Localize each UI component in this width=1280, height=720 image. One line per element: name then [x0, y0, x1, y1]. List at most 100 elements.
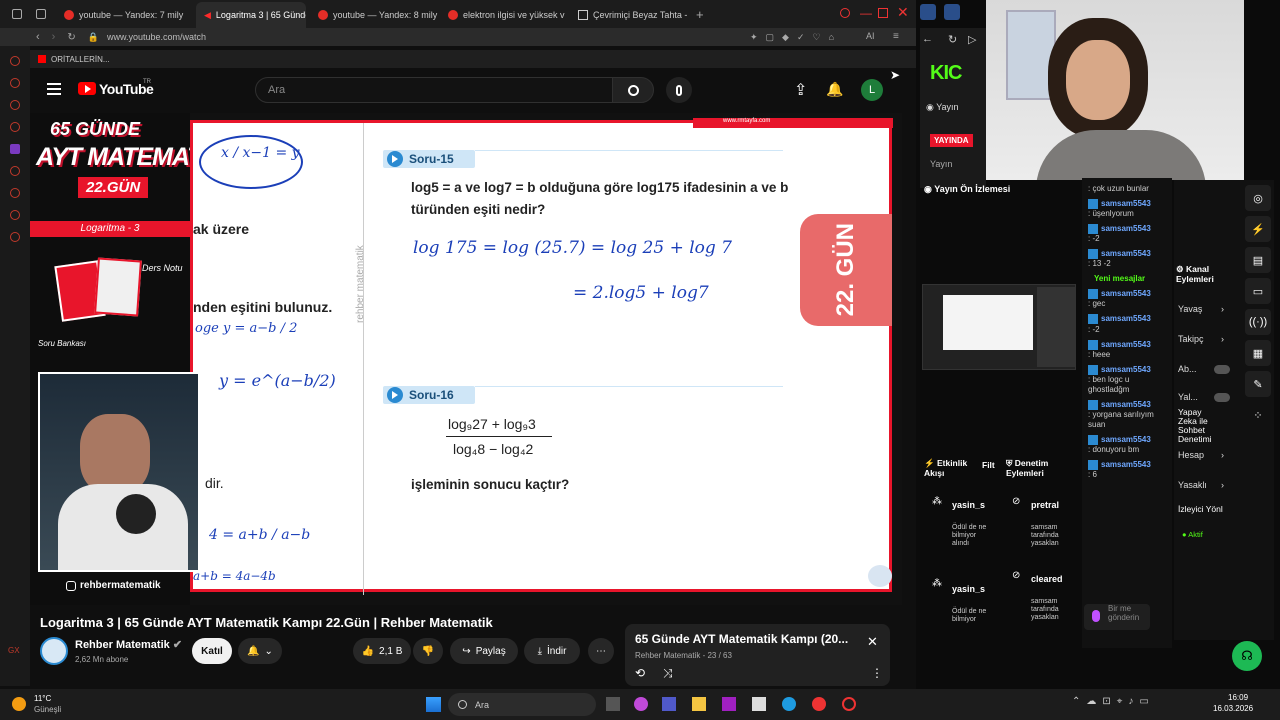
window-icon[interactable] [944, 4, 960, 20]
maximize-icon[interactable] [878, 8, 888, 18]
wrench-icon[interactable]: ✎ [1245, 371, 1271, 397]
action-account[interactable]: Hesap › [1178, 440, 1232, 470]
layout-icon[interactable]: ▦ [1245, 340, 1271, 366]
app-icon[interactable] [722, 697, 736, 711]
rail-icon[interactable] [10, 56, 20, 66]
close-icon[interactable]: ✕ [867, 634, 878, 650]
edge-icon[interactable] [782, 697, 796, 711]
search-button[interactable] [612, 77, 654, 103]
audit-action[interactable]: pretral [1031, 500, 1059, 510]
rail-icon[interactable] [10, 78, 20, 88]
reload-icon[interactable]: ↻ [948, 33, 957, 46]
more-vert-icon[interactable]: ⋮ [871, 666, 883, 680]
join-button[interactable]: Katıl [192, 638, 232, 664]
chat-username[interactable]: samsam5543 [1101, 340, 1151, 349]
avatar[interactable]: L [861, 79, 883, 101]
action-subscribers[interactable]: Ab... [1178, 354, 1238, 384]
opera-gx-icon[interactable] [842, 697, 856, 711]
url-field[interactable]: www.youtube.com/watch [107, 32, 206, 42]
recording-icon[interactable] [840, 8, 850, 18]
opera-icon[interactable] [812, 697, 826, 711]
forward-icon[interactable]: › [52, 31, 56, 43]
store-icon[interactable] [752, 697, 766, 711]
download-button[interactable]: ⤓ İndir [524, 638, 580, 664]
chat-username[interactable]: samsam5543 [1101, 400, 1151, 409]
stream-preview[interactable] [922, 284, 1076, 370]
clock-time[interactable]: 16:09 [1228, 693, 1248, 702]
action-viewer-mgmt[interactable]: İzleyici Yönl [1178, 504, 1223, 514]
tab-youtube-search-2[interactable]: youtube — Yandex: 8 mily [310, 2, 438, 28]
playlist-panel[interactable]: 65 Günde AYT Matematik Kampı (20... Rehb… [625, 624, 890, 686]
filter-button[interactable]: Filt [982, 460, 995, 470]
target-icon[interactable]: ◎ [1245, 185, 1271, 211]
grid-dots-icon[interactable]: ⁘ [1245, 402, 1271, 428]
rail-icon[interactable] [10, 122, 20, 132]
chat-username[interactable]: samsam5543 [1101, 199, 1151, 208]
like-button[interactable]: 👍 2,1 B [353, 638, 411, 664]
windows-start-icon[interactable] [426, 697, 441, 712]
chat-username[interactable]: samsam5543 [1101, 224, 1151, 233]
reload-icon[interactable]: ↻ [67, 32, 75, 43]
app-icon[interactable] [634, 697, 648, 711]
more-button[interactable]: ⋯ [588, 638, 614, 664]
extension-icons[interactable]: ✦▢◆✓♡⌂ [750, 32, 842, 43]
chat-username[interactable]: samsam5543 [1101, 435, 1151, 444]
action-followers[interactable]: Takipç › [1178, 324, 1232, 354]
weather-temp[interactable]: 11°C [34, 694, 51, 703]
play-icon[interactable]: ▷ [968, 33, 976, 46]
back-icon[interactable]: ‹ [36, 31, 40, 43]
window-menu-icon[interactable] [12, 9, 22, 19]
bell-icon[interactable]: 🔔 [826, 81, 843, 98]
playlist-title[interactable]: 65 Günde AYT Matematik Kampı (20... [635, 632, 848, 646]
voice-search-button[interactable] [666, 77, 692, 103]
teams-icon[interactable] [662, 697, 676, 711]
rail-icon[interactable] [10, 232, 20, 242]
folder-icon[interactable] [692, 697, 706, 711]
document-icon[interactable]: ▤ [1245, 247, 1271, 273]
browser-menu-icon[interactable]: ≡ [893, 31, 899, 42]
share-button[interactable]: ↪ Paylaş [450, 638, 518, 664]
tab-grid-icon[interactable] [36, 9, 46, 19]
kick-logo[interactable]: KIC [930, 62, 962, 85]
chat-username[interactable]: samsam5543 [1101, 289, 1151, 298]
tab-elektron[interactable]: elektron ilgisi ve yüksek v [440, 2, 568, 28]
tab-logaritma-video[interactable]: ◀ Logaritma 3 | 65 Günde [196, 2, 306, 28]
action-banned[interactable]: Yasaklı › [1178, 470, 1232, 500]
taskbar-search[interactable]: Ara [448, 693, 596, 716]
gx-icon[interactable]: GX [8, 646, 20, 655]
task-view-icon[interactable] [606, 697, 620, 711]
chat-username[interactable]: samsam5543 [1101, 315, 1151, 324]
search-input[interactable]: Ara [255, 77, 613, 103]
lightning-icon[interactable]: ⚡ [1245, 216, 1271, 242]
activity-user[interactable]: yasin_s [952, 584, 985, 594]
broadcast-icon[interactable]: ((·)) [1245, 309, 1271, 335]
chat-username[interactable]: samsam5543 [1101, 249, 1151, 258]
tab-whiteboard[interactable]: Çevrimiçi Beyaz Tahta - Ç [570, 2, 690, 28]
hamburger-menu-icon[interactable] [47, 83, 61, 85]
dislike-button[interactable]: 👎 [413, 638, 443, 664]
action-ai-moderation[interactable]: Yapay Zeka ile Sohbet Denetimi [1178, 408, 1222, 444]
rail-icon[interactable] [10, 100, 20, 110]
notification-bell-button[interactable]: 🔔 ⌄ [238, 638, 282, 664]
rail-icon[interactable] [10, 166, 20, 176]
close-icon[interactable]: ✕ [897, 4, 909, 21]
microphone-icon[interactable] [1092, 610, 1100, 622]
rail-icon[interactable] [10, 188, 20, 198]
new-tab-icon[interactable]: + [696, 7, 704, 22]
shuffle-icon[interactable]: ⤨ [663, 666, 673, 681]
toggle-switch[interactable] [1214, 392, 1230, 402]
bookmark-link[interactable]: ORİTALLERİN... [51, 55, 110, 64]
chat-icon[interactable]: ▭ [1245, 278, 1271, 304]
action-slow-mode[interactable]: Yavaş › [1178, 294, 1232, 324]
loop-icon[interactable]: ⟲ [635, 666, 645, 680]
dropdown-icon[interactable] [920, 4, 936, 20]
channel-name[interactable]: Rehber Matematik ✔ [75, 638, 182, 651]
chat-username[interactable]: samsam5543 [1101, 460, 1151, 469]
twitch-icon[interactable] [10, 144, 20, 154]
tab-youtube-search-1[interactable]: youtube — Yandex: 7 mily [56, 2, 194, 28]
ai-icon[interactable]: AI [866, 31, 875, 41]
activity-user[interactable]: yasin_s [952, 500, 985, 510]
rail-icon[interactable] [10, 210, 20, 220]
channel-avatar[interactable] [40, 637, 68, 665]
minimize-icon[interactable]: — [860, 6, 872, 20]
